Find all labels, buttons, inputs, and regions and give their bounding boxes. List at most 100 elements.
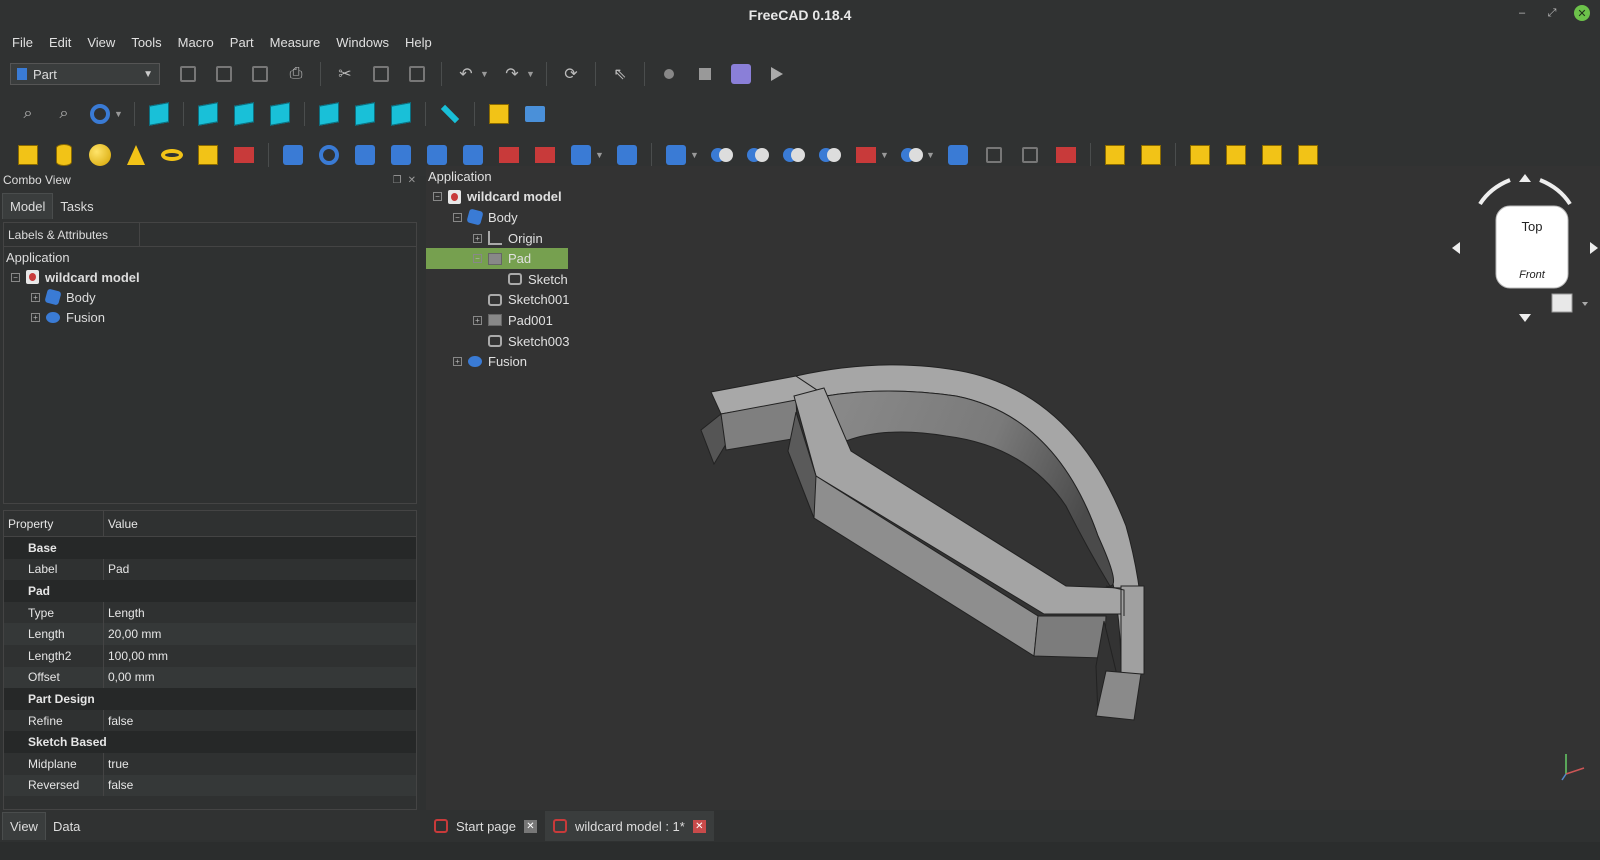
3d-view[interactable]: Application − wildcard model − Body + Or… [426, 166, 1600, 810]
arrow-left-icon[interactable] [1452, 242, 1460, 254]
navigation-cube[interactable]: Top Front [1440, 166, 1600, 326]
view-front-button[interactable] [194, 100, 222, 128]
measure-linear-button[interactable] [1101, 141, 1129, 169]
minimize-icon[interactable]: – [1514, 5, 1530, 21]
make-face-button[interactable] [459, 141, 487, 169]
chevron-down-icon[interactable]: ▼ [690, 150, 700, 160]
chevron-down-icon[interactable] [1582, 302, 1588, 306]
menu-view[interactable]: View [79, 35, 123, 50]
tree-item-fusion[interactable]: + Fusion [4, 307, 416, 327]
thickness-button[interactable] [1052, 141, 1080, 169]
tab-start-page[interactable]: Start page ✕ [426, 811, 545, 841]
value-column-header[interactable]: Value [104, 517, 138, 531]
property-value[interactable]: 20,00 mm [104, 627, 161, 641]
revolve-button[interactable] [315, 141, 343, 169]
property-row-length2[interactable]: Length2 100,00 mm [4, 644, 416, 667]
shape-builder-button[interactable] [230, 141, 258, 169]
menu-windows[interactable]: Windows [328, 35, 397, 50]
sweep-button[interactable] [567, 141, 595, 169]
view-rear-button[interactable] [315, 100, 343, 128]
macros-button[interactable] [727, 60, 755, 88]
property-value[interactable]: Pad [104, 562, 129, 576]
menu-file[interactable]: File [4, 35, 41, 50]
property-value[interactable]: Length [104, 606, 145, 620]
property-row-reversed[interactable]: Reversed false [4, 774, 416, 797]
close-panel-icon[interactable]: ✕ [408, 175, 416, 186]
arrow-right-icon[interactable] [1590, 242, 1598, 254]
paste-button[interactable] [403, 60, 431, 88]
create-group-button[interactable] [521, 100, 549, 128]
arrow-down-icon[interactable] [1519, 314, 1531, 322]
view-right-button[interactable] [266, 100, 294, 128]
property-value[interactable]: true [104, 757, 129, 771]
collapse-icon[interactable]: − [11, 272, 20, 282]
restore-icon[interactable]: ⤢ [1544, 5, 1560, 21]
arrow-up-icon[interactable] [1519, 174, 1531, 182]
expand-icon[interactable]: + [31, 292, 40, 302]
join-button[interactable] [852, 141, 880, 169]
section-button[interactable] [613, 141, 641, 169]
property-row-label[interactable]: Label Pad [4, 558, 416, 581]
cone-button[interactable] [122, 141, 150, 169]
close-tab-icon[interactable]: ✕ [692, 819, 706, 833]
refresh-button[interactable]: ⟳ [557, 60, 585, 88]
save-button[interactable] [246, 60, 274, 88]
loft-button[interactable] [531, 141, 559, 169]
view-isometric-button[interactable] [145, 100, 173, 128]
menu-edit[interactable]: Edit [41, 35, 79, 50]
menu-measure[interactable]: Measure [262, 35, 329, 50]
fuse-button[interactable] [780, 141, 808, 169]
chevron-down-icon[interactable]: ▼ [114, 109, 124, 119]
float-icon[interactable]: ❐ [393, 175, 402, 186]
tree-column-header[interactable]: Labels & Attributes [4, 223, 140, 246]
property-value[interactable]: false [104, 778, 133, 792]
tab-tasks[interactable]: Tasks [53, 193, 100, 219]
close-icon[interactable]: ✕ [1574, 5, 1590, 21]
property-value[interactable]: false [104, 714, 133, 728]
tab-view[interactable]: View [2, 812, 46, 840]
primitives-button[interactable] [194, 141, 222, 169]
view-bottom-button[interactable] [351, 100, 379, 128]
tab-model[interactable]: Model [2, 193, 54, 219]
menu-tools[interactable]: Tools [123, 35, 169, 50]
mirror-button[interactable] [351, 141, 379, 169]
whats-this-button[interactable]: ⇖ [606, 60, 634, 88]
chamfer-button[interactable] [423, 141, 451, 169]
property-row-offset[interactable]: Offset 0,00 mm [4, 666, 416, 689]
expand-icon[interactable]: + [31, 312, 40, 322]
measure-refresh-button[interactable] [1186, 141, 1214, 169]
extrude-button[interactable] [279, 141, 307, 169]
property-row-type[interactable]: Type Length [4, 601, 416, 624]
fit-all-button[interactable]: ⌕ [14, 100, 42, 128]
close-tab-icon[interactable]: ✕ [524, 819, 537, 833]
check-geometry-button[interactable] [944, 141, 972, 169]
draw-style-button[interactable] [86, 100, 114, 128]
view-top-button[interactable] [230, 100, 258, 128]
rotate-left-icon[interactable] [1478, 178, 1511, 206]
navcube-menu-icon[interactable] [1551, 293, 1573, 313]
tree-item-body[interactable]: + Body [4, 287, 416, 307]
macro-run-button[interactable] [763, 60, 791, 88]
property-value[interactable]: 0,00 mm [104, 670, 155, 684]
tab-wildcard-model[interactable]: wildcard model : 1* ✕ [545, 811, 714, 841]
macro-record-button[interactable] [655, 60, 683, 88]
create-part-button[interactable] [485, 100, 513, 128]
macro-stop-button[interactable] [691, 60, 719, 88]
torus-button[interactable] [158, 141, 186, 169]
tab-data[interactable]: Data [46, 812, 87, 840]
property-row-refine[interactable]: Refine false [4, 709, 416, 732]
chevron-down-icon[interactable]: ▼ [880, 150, 890, 160]
print-button[interactable]: ⎙ [282, 60, 310, 88]
redo-button[interactable]: ↷ [498, 60, 526, 88]
chevron-down-icon[interactable]: ▼ [480, 69, 490, 79]
chevron-down-icon[interactable]: ▼ [526, 69, 536, 79]
clear-measurements-button[interactable] [1222, 141, 1250, 169]
toggle-delta-measure-button[interactable] [1294, 141, 1322, 169]
menu-help[interactable]: Help [397, 35, 440, 50]
fit-selection-button[interactable]: ⌕ [50, 100, 78, 128]
workbench-selector[interactable]: Part ▼ [10, 63, 160, 85]
cylinder-button[interactable] [50, 141, 78, 169]
common-button[interactable] [816, 141, 844, 169]
toggle-3d-measure-button[interactable] [1258, 141, 1286, 169]
menu-part[interactable]: Part [222, 35, 262, 50]
